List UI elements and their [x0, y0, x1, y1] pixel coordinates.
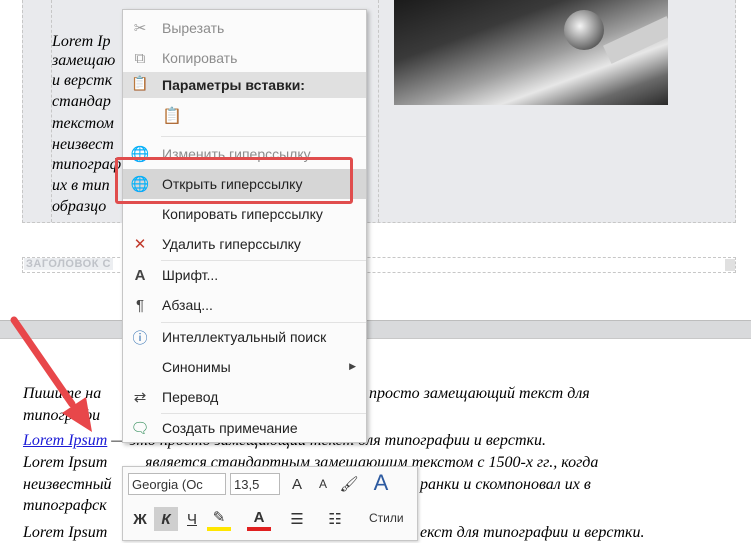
numbering-icon[interactable]: ☷	[323, 507, 347, 531]
menu-item-remove-hyperlink[interactable]: ✕ Удалить гиперссылку	[123, 229, 366, 259]
italic-button[interactable]: К	[154, 507, 178, 531]
remove-link-icon: ✕	[133, 236, 147, 253]
menu-item-copy[interactable]: ⧉ Копировать	[123, 43, 366, 73]
bullets-icon[interactable]: ☰	[285, 507, 309, 531]
highlight-box	[115, 157, 353, 204]
mini-toolbar: Georgia (Oc 13,5 A A 🖌 A Ж К Ч ✎ A ☰ ☷ С…	[122, 466, 418, 541]
paste-text-only-icon: 📋	[162, 108, 182, 125]
translate-icon: ⇄	[133, 389, 147, 406]
menu-item-font[interactable]: A Шрифт...	[123, 260, 366, 290]
annotation-arrow-icon	[10, 316, 92, 432]
underline-button[interactable]: Ч	[180, 507, 204, 531]
font-color-icon[interactable]: A	[247, 507, 271, 531]
paste-keep-text-only-button[interactable]: 📋	[123, 103, 366, 133]
format-painter-icon[interactable]: 🖌	[337, 472, 361, 496]
scissors-icon: ✂	[133, 20, 147, 37]
menu-item-translate[interactable]: ⇄ Перевод	[123, 382, 366, 412]
font-size-select[interactable]: 13,5	[230, 473, 280, 495]
grow-font-button[interactable]: A	[285, 472, 309, 496]
styles-icon[interactable]: A	[369, 470, 393, 495]
shrink-font-button[interactable]: A	[311, 472, 335, 496]
paragraph-icon: ¶	[135, 296, 145, 314]
smart-lookup-icon: ⓘ	[132, 329, 148, 347]
bold-button[interactable]: Ж	[128, 507, 152, 531]
highlight-color-icon[interactable]: ✎	[207, 507, 231, 531]
submenu-arrow-icon: ▶	[349, 361, 356, 371]
styles-label[interactable]: Стили	[369, 511, 404, 525]
context-menu: ✂ Вырезать ⧉ Копировать 📋 Параметры вста…	[122, 9, 367, 443]
font-icon: A	[134, 266, 146, 284]
clipboard-icon: 📋	[131, 75, 149, 91]
menu-item-smart-lookup[interactable]: ⓘ Интеллектуальный поиск	[123, 322, 366, 352]
copy-icon: ⧉	[134, 49, 146, 67]
menu-item-paragraph[interactable]: ¶ Абзац...	[123, 290, 366, 320]
comment-icon: 🗨	[130, 420, 150, 437]
paste-options-header: 📋 Параметры вставки:	[123, 72, 366, 98]
menu-item-new-comment[interactable]: 🗨 Создать примечание	[123, 413, 366, 443]
font-name-select[interactable]: Georgia (Oc	[128, 473, 226, 495]
menu-item-cut[interactable]: ✂ Вырезать	[123, 13, 366, 43]
menu-item-synonyms[interactable]: Синонимы ▶	[123, 352, 366, 382]
